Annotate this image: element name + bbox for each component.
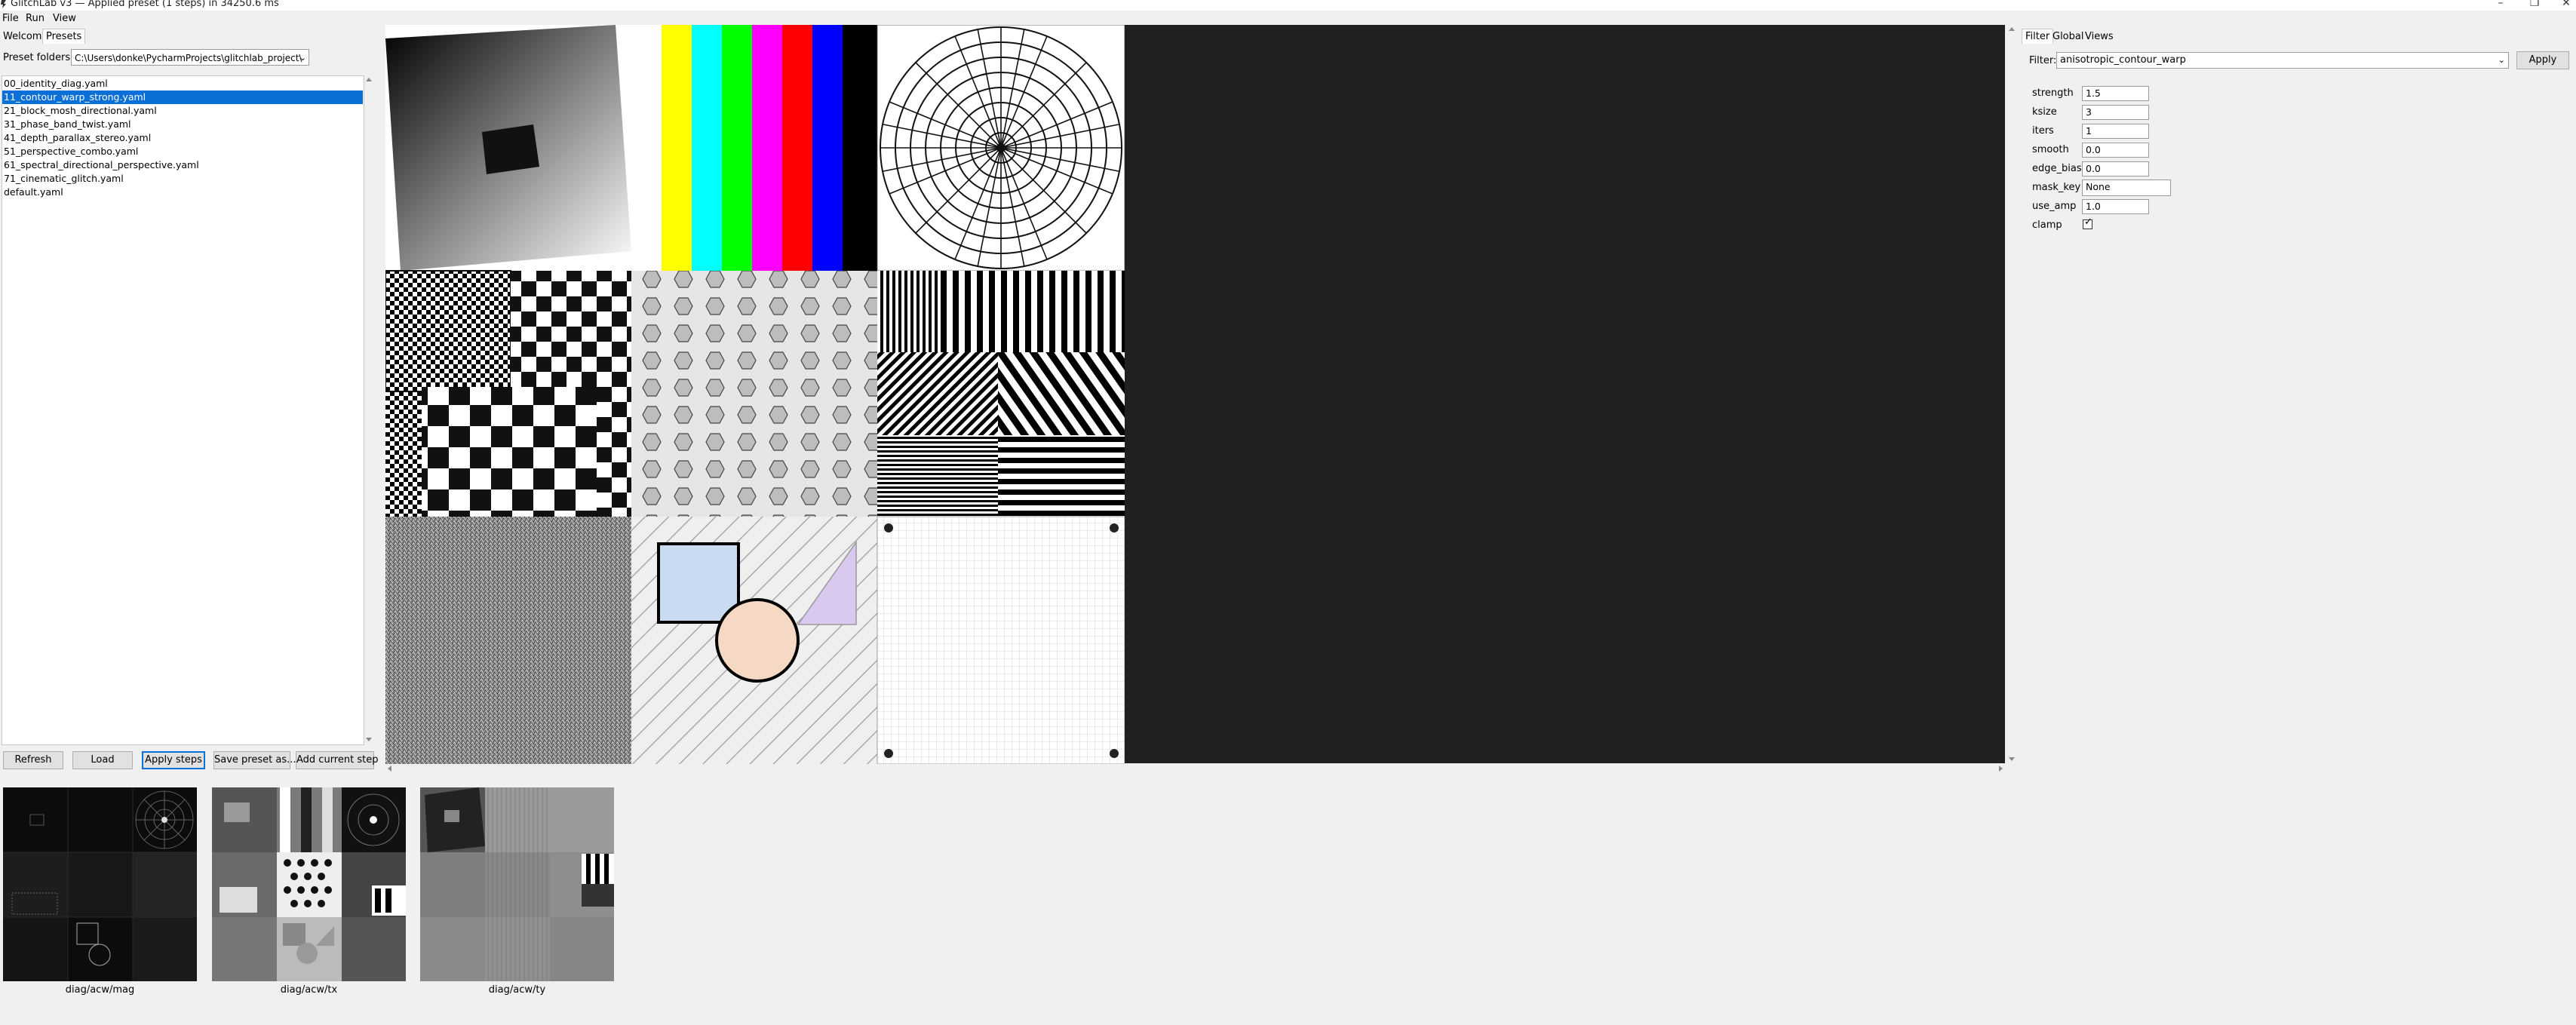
param-label-strength: strength: [2032, 87, 2074, 99]
list-item[interactable]: 00_identity_diag.yaml: [2, 77, 363, 91]
minimize-button[interactable]: –: [2493, 0, 2508, 9]
chevron-down-icon: ⌄: [2498, 55, 2505, 65]
thumbnail-tx[interactable]: [212, 787, 406, 981]
param-label-smooth: smooth: [2032, 144, 2069, 155]
param-label-edge-bias: edge_bias: [2032, 163, 2082, 174]
preset-list[interactable]: 00_identity_diag.yaml 11_contour_warp_st…: [2, 75, 364, 745]
list-item[interactable]: 41_depth_parallax_stereo.yaml: [2, 131, 363, 145]
canvas-vertical-scrollbar[interactable]: [2006, 25, 2017, 763]
load-button[interactable]: Load: [72, 751, 133, 769]
filter-label: Filter:: [2029, 55, 2057, 66]
menu-file[interactable]: File: [2, 13, 19, 24]
preset-folder-value: C:\Users\donke\PycharmProjects\glitchlab…: [75, 53, 302, 63]
refresh-button[interactable]: Refresh: [3, 751, 63, 769]
thumbnail-label-tx: diag/acw/tx: [280, 984, 338, 996]
param-input-smooth[interactable]: 0.0: [2082, 143, 2149, 158]
check-icon: ✓: [2084, 216, 2092, 228]
list-item[interactable]: 31_phase_band_twist.yaml: [2, 118, 363, 131]
canvas-image[interactable]: [385, 25, 1125, 764]
list-item[interactable]: 51_perspective_combo.yaml: [2, 145, 363, 158]
param-input-ksize[interactable]: 3: [2082, 105, 2149, 120]
menu-view[interactable]: View: [53, 13, 76, 24]
list-item[interactable]: 21_block_mosh_directional.yaml: [2, 104, 363, 118]
param-label-iters: iters: [2032, 125, 2054, 137]
param-label-mask-key: mask_key: [2032, 182, 2081, 193]
thumbnail-label-mag: diag/acw/mag: [65, 984, 135, 996]
param-input-edge-bias[interactable]: 0.0: [2082, 161, 2149, 176]
maximize-button[interactable]: ❐: [2527, 0, 2542, 9]
thumbnail-ty[interactable]: [420, 787, 614, 981]
app-icon: [1, 0, 6, 8]
canvas-horizontal-scrollbar[interactable]: [385, 764, 2005, 773]
param-input-mask-key[interactable]: None: [2082, 180, 2171, 196]
title-bar: GlitchLab v3 — Applied preset (1 steps) …: [0, 0, 2576, 11]
thumbnail-label-ty: diag/acw/ty: [488, 984, 546, 996]
thumbnail-mag[interactable]: [3, 787, 197, 981]
menu-run[interactable]: Run: [26, 13, 45, 24]
tab-views[interactable]: Views: [2082, 29, 2117, 44]
param-label-use-amp: use_amp: [2032, 201, 2077, 212]
preset-folders-label: Preset folders:: [3, 52, 74, 63]
window-title: GlitchLab v3 — Applied preset (1 steps) …: [11, 0, 279, 9]
add-current-step-button[interactable]: Add current step: [296, 751, 378, 769]
param-label-clamp: clamp: [2032, 219, 2062, 231]
save-preset-button[interactable]: Save preset as...: [213, 751, 296, 769]
preset-list-scrollbar[interactable]: [364, 75, 374, 744]
param-input-iters[interactable]: 1: [2082, 124, 2149, 139]
tab-filter[interactable]: Filter: [2022, 29, 2054, 44]
tab-presets[interactable]: Presets: [42, 29, 86, 44]
close-button[interactable]: ✕: [2559, 0, 2574, 9]
list-item[interactable]: default.yaml: [2, 186, 363, 199]
filter-select-value: anisotropic_contour_warp: [2060, 54, 2186, 66]
filter-select[interactable]: anisotropic_contour_warp ⌄: [2056, 52, 2509, 69]
list-item[interactable]: 71_cinematic_glitch.yaml: [2, 172, 363, 186]
param-label-ksize: ksize: [2032, 106, 2057, 118]
list-item[interactable]: 11_contour_warp_strong.yaml: [2, 91, 363, 104]
param-input-strength[interactable]: 1.5: [2082, 86, 2149, 101]
clamp-checkbox[interactable]: ✓: [2083, 216, 2092, 229]
list-item[interactable]: 61_spectral_directional_perspective.yaml: [2, 158, 363, 172]
apply-steps-button[interactable]: Apply steps: [142, 751, 205, 769]
apply-filter-button[interactable]: Apply: [2516, 51, 2569, 69]
param-input-use-amp[interactable]: 1.0: [2082, 199, 2149, 214]
preset-folder-select[interactable]: C:\Users\donke\PycharmProjects\glitchlab…: [71, 49, 309, 66]
chevron-down-icon: ⌄: [299, 53, 306, 63]
